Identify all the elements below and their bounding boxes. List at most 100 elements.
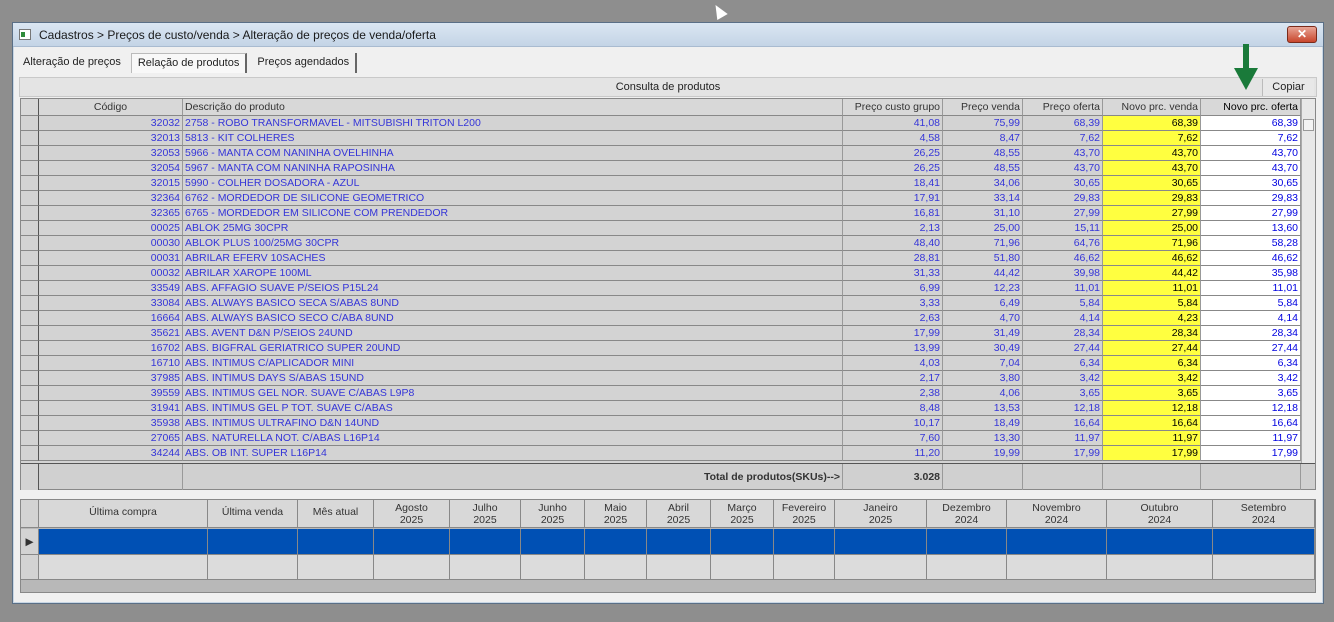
history-cell[interactable] bbox=[835, 555, 927, 580]
column-header-preco-custo[interactable]: Preço custo grupo bbox=[843, 99, 943, 116]
history-cell[interactable] bbox=[585, 555, 647, 580]
row-indicator[interactable] bbox=[21, 221, 39, 236]
row-indicator[interactable] bbox=[21, 191, 39, 206]
table-row[interactable]: 33084 ABS. ALWAYS BASICO SECA S/ABAS 8UND… bbox=[21, 296, 1315, 311]
history-cell[interactable] bbox=[1213, 529, 1315, 555]
row-indicator[interactable] bbox=[21, 341, 39, 356]
history-cell[interactable] bbox=[374, 555, 450, 580]
table-row[interactable]: 34244 ABS. OB INT. SUPER L16P14 11,20 19,99… bbox=[21, 446, 1315, 461]
cell-novo-venda[interactable]: 16,64 bbox=[1103, 416, 1201, 431]
history-cell[interactable] bbox=[39, 529, 208, 555]
row-indicator[interactable] bbox=[21, 116, 39, 131]
row-indicator[interactable] bbox=[21, 176, 39, 191]
cell-novo-oferta[interactable]: 30,65 bbox=[1201, 176, 1301, 191]
tab-relacao-produtos[interactable]: Relação de produtos bbox=[130, 53, 248, 73]
table-row[interactable]: 27065 ABS. NATURELLA NOT. C/ABAS L16P14 7,… bbox=[21, 431, 1315, 446]
row-indicator[interactable] bbox=[21, 281, 39, 296]
table-row[interactable]: 37985 ABS. INTIMUS DAYS S/ABAS 15UND 2,17 3… bbox=[21, 371, 1315, 386]
history-cell[interactable] bbox=[521, 529, 585, 555]
row-indicator[interactable] bbox=[21, 131, 39, 146]
row-indicator[interactable] bbox=[21, 416, 39, 431]
cell-novo-oferta[interactable]: 6,34 bbox=[1201, 356, 1301, 371]
history-cell[interactable] bbox=[1213, 555, 1315, 580]
row-indicator[interactable] bbox=[21, 326, 39, 341]
history-cell[interactable] bbox=[450, 529, 521, 555]
cell-novo-venda[interactable]: 11,97 bbox=[1103, 431, 1201, 446]
cell-novo-venda[interactable]: 5,84 bbox=[1103, 296, 1201, 311]
table-row[interactable]: 35621 ABS. AVENT D&N P/SEIOS 24UND 17,99 31… bbox=[21, 326, 1315, 341]
history-column-header[interactable]: Mês atual bbox=[298, 500, 374, 528]
history-column-header[interactable]: Novembro 2024 bbox=[1007, 500, 1107, 528]
cell-novo-oferta[interactable]: 11,01 bbox=[1201, 281, 1301, 296]
history-cell[interactable] bbox=[711, 555, 774, 580]
cell-novo-venda[interactable]: 12,18 bbox=[1103, 401, 1201, 416]
history-cell[interactable] bbox=[39, 555, 208, 580]
cell-novo-oferta[interactable]: 27,44 bbox=[1201, 341, 1301, 356]
table-row[interactable]: 16710 ABS. INTIMUS C/APLICADOR MINI 4,03 7,… bbox=[21, 356, 1315, 371]
history-column-header[interactable]: Junho 2025 bbox=[521, 500, 585, 528]
copy-button[interactable]: Copiar bbox=[1262, 79, 1314, 96]
table-row[interactable]: 00031 ABRILAR EFERV 10SACHES 28,81 51,80 46,… bbox=[21, 251, 1315, 266]
row-indicator[interactable] bbox=[21, 146, 39, 161]
history-cell[interactable] bbox=[647, 555, 711, 580]
column-header-preco-venda[interactable]: Preço venda bbox=[943, 99, 1023, 116]
cell-novo-oferta[interactable]: 43,70 bbox=[1201, 161, 1301, 176]
table-row[interactable]: 32013 5813 - KIT COLHERES 4,58 8,47 7,62 7,62… bbox=[21, 131, 1315, 146]
cell-novo-venda[interactable]: 43,70 bbox=[1103, 146, 1201, 161]
cell-novo-venda[interactable]: 44,42 bbox=[1103, 266, 1201, 281]
table-row[interactable]: 31941 ABS. INTIMUS GEL P TOT. SUAVE C/ABA… bbox=[21, 401, 1315, 416]
row-indicator[interactable] bbox=[21, 446, 39, 461]
history-column-header[interactable]: Última compra bbox=[39, 500, 208, 528]
cell-novo-venda[interactable]: 11,01 bbox=[1103, 281, 1201, 296]
cell-novo-oferta[interactable]: 58,28 bbox=[1201, 236, 1301, 251]
cell-novo-oferta[interactable]: 35,98 bbox=[1201, 266, 1301, 281]
table-row[interactable]: 35938 ABS. INTIMUS ULTRAFINO D&N 14UND 10,… bbox=[21, 416, 1315, 431]
cell-novo-oferta[interactable]: 29,83 bbox=[1201, 191, 1301, 206]
history-cell[interactable] bbox=[1007, 529, 1107, 555]
row-indicator[interactable] bbox=[21, 356, 39, 371]
row-indicator[interactable] bbox=[21, 236, 39, 251]
row-indicator[interactable] bbox=[21, 386, 39, 401]
history-cell[interactable] bbox=[585, 529, 647, 555]
row-indicator[interactable] bbox=[21, 251, 39, 266]
cell-novo-oferta[interactable]: 13,60 bbox=[1201, 221, 1301, 236]
cell-novo-oferta[interactable]: 17,99 bbox=[1201, 446, 1301, 461]
history-cell[interactable] bbox=[208, 555, 298, 580]
cell-novo-venda[interactable]: 25,00 bbox=[1103, 221, 1201, 236]
history-column-header[interactable]: Setembro 2024 bbox=[1213, 500, 1315, 528]
row-indicator[interactable] bbox=[21, 371, 39, 386]
cell-novo-venda[interactable]: 30,65 bbox=[1103, 176, 1201, 191]
row-indicator[interactable] bbox=[21, 401, 39, 416]
history-cell[interactable] bbox=[298, 529, 374, 555]
cell-novo-oferta[interactable]: 68,39 bbox=[1201, 116, 1301, 131]
cell-novo-oferta[interactable]: 5,84 bbox=[1201, 296, 1301, 311]
history-column-header[interactable]: Agosto 2025 bbox=[374, 500, 450, 528]
table-row[interactable]: 00025 ABLOK 25MG 30CPR 2,13 25,00 15,11 25,00… bbox=[21, 221, 1315, 236]
table-row[interactable]: 39559 ABS. INTIMUS GEL NOR. SUAVE C/ABAS … bbox=[21, 386, 1315, 401]
column-header-descricao[interactable]: Descrição do produto bbox=[183, 99, 843, 116]
history-cell[interactable] bbox=[450, 555, 521, 580]
table-row[interactable]: 32015 5990 - COLHER DOSADORA - AZUL 18,41 3… bbox=[21, 176, 1315, 191]
cell-novo-oferta[interactable]: 3,42 bbox=[1201, 371, 1301, 386]
cell-novo-venda[interactable]: 7,62 bbox=[1103, 131, 1201, 146]
history-column-header[interactable]: Janeiro 2025 bbox=[835, 500, 927, 528]
history-column-header[interactable]: Fevereiro 2025 bbox=[774, 500, 835, 528]
column-header-codigo[interactable]: Código bbox=[39, 99, 183, 116]
table-row[interactable]: 32365 6765 - MORDEDOR EM SILICONE COM PRE… bbox=[21, 206, 1315, 221]
history-cell[interactable] bbox=[208, 529, 298, 555]
cell-novo-venda[interactable]: 29,83 bbox=[1103, 191, 1201, 206]
cell-novo-venda[interactable]: 46,62 bbox=[1103, 251, 1201, 266]
history-cell[interactable] bbox=[711, 529, 774, 555]
history-cell[interactable] bbox=[374, 529, 450, 555]
history-cell[interactable] bbox=[1107, 555, 1213, 580]
table-row[interactable]: 32054 5967 - MANTA COM NANINHA RAPOSINHA 2… bbox=[21, 161, 1315, 176]
row-indicator[interactable] bbox=[21, 431, 39, 446]
column-header-novo-venda[interactable]: Novo prc. venda bbox=[1103, 99, 1201, 116]
cell-novo-venda[interactable]: 17,99 bbox=[1103, 446, 1201, 461]
cell-novo-oferta[interactable]: 16,64 bbox=[1201, 416, 1301, 431]
table-row[interactable]: 16664 ABS. ALWAYS BASICO SECO C/ABA 8UND 2… bbox=[21, 311, 1315, 326]
history-cell[interactable] bbox=[774, 529, 835, 555]
history-column-header[interactable]: Abril 2025 bbox=[647, 500, 711, 528]
table-row[interactable]: 00032 ABRILAR XAROPE 100ML 31,33 44,42 39,98… bbox=[21, 266, 1315, 281]
cell-novo-venda[interactable]: 71,96 bbox=[1103, 236, 1201, 251]
